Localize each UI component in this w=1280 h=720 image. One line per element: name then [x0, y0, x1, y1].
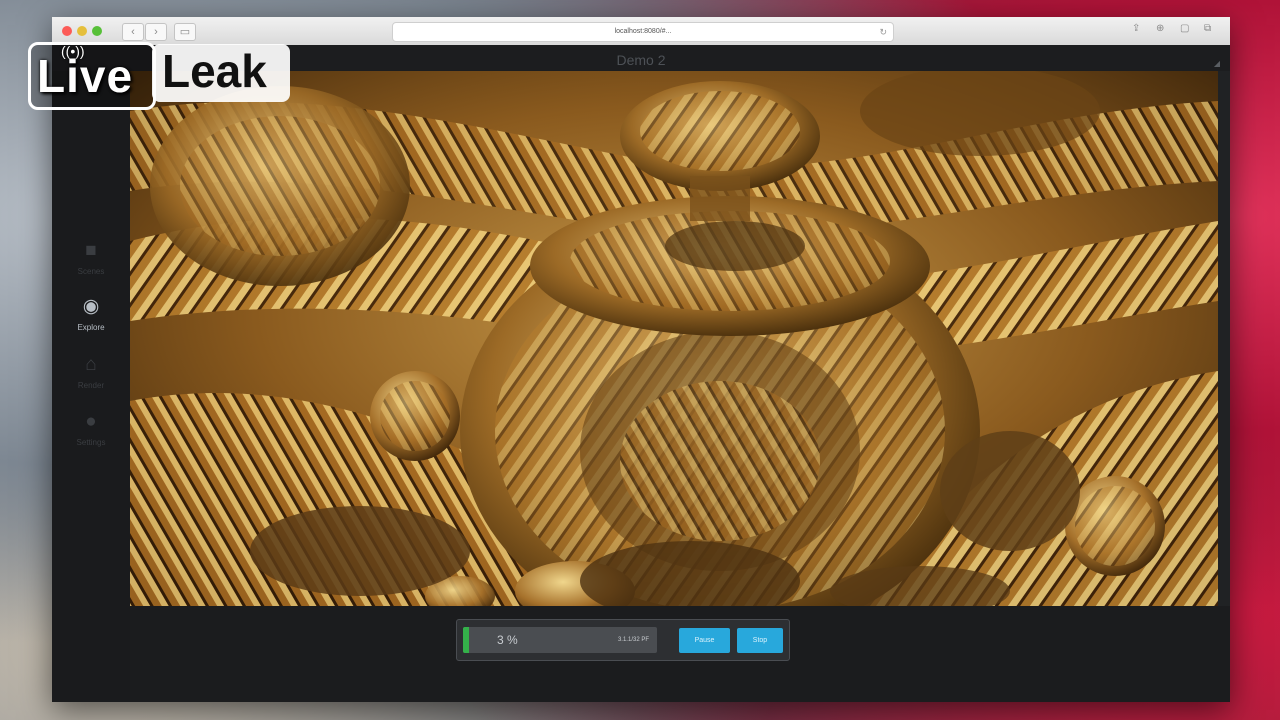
folder-icon: ■	[85, 240, 97, 261]
reader-icon[interactable]: ⊕	[1156, 23, 1164, 34]
sidebar-item-label: Settings	[76, 438, 106, 447]
eye-icon: ◉	[82, 296, 100, 317]
sidebar: ■ Scenes ◉ Explore ⌂ Render ● Settings	[52, 71, 130, 702]
extension-icon[interactable]: ▢	[1180, 23, 1189, 34]
app-header: Demo 2 ◢	[52, 45, 1230, 71]
forward-icon[interactable]: ›	[145, 23, 167, 41]
fractal-render-image	[130, 71, 1218, 606]
reload-icon[interactable]: ↻	[879, 23, 887, 41]
sidebar-item-scenes[interactable]: ■ Scenes	[52, 240, 130, 277]
sidebar-item-explore[interactable]: ◉ Explore	[52, 296, 130, 333]
sidebar-item-label: Scenes	[77, 267, 105, 276]
sidebar-item-label: Render	[77, 381, 105, 390]
progress-percent: 3 %	[497, 633, 518, 647]
settings-icon: ●	[85, 411, 97, 432]
render-icon: ⌂	[85, 354, 97, 375]
browser-window: ‹ › ▭ localhost:8080/#... ↻ ⇪ ⊕ ▢ ⧉ Demo…	[52, 17, 1230, 702]
minimize-window-button[interactable]	[77, 26, 87, 36]
close-window-button[interactable]	[62, 26, 72, 36]
sidebar-item-label: Explore	[77, 323, 105, 332]
sidebar-toggle-icon[interactable]: ▭	[174, 23, 196, 41]
url-bar[interactable]: localhost:8080/#... ↻	[392, 22, 894, 42]
url-text: localhost:8080/#...	[614, 28, 672, 35]
progress-bar-fill	[463, 627, 469, 653]
tabs-icon[interactable]: ⧉	[1204, 23, 1211, 34]
progress-samples: 3.1.1/32 PF	[617, 637, 649, 643]
sidebar-item-settings[interactable]: ● Settings	[52, 411, 130, 448]
fractal-render-viewport[interactable]	[130, 71, 1218, 606]
share-icon[interactable]: ⇪	[1132, 23, 1140, 34]
sidebar-item-render[interactable]: ⌂ Render	[52, 354, 130, 391]
stop-button[interactable]: Stop	[737, 628, 783, 653]
pause-button[interactable]: Pause	[679, 628, 730, 653]
browser-toolbar: ‹ › ▭ localhost:8080/#... ↻ ⇪ ⊕ ▢ ⧉	[52, 17, 1230, 46]
back-icon[interactable]: ‹	[122, 23, 144, 41]
app-title: Demo 2	[616, 52, 666, 68]
render-progress-panel: 3 % 3.1.1/32 PF Pause Stop	[456, 619, 790, 661]
maximize-window-button[interactable]	[92, 26, 102, 36]
progress-bar: 3 % 3.1.1/32 PF	[463, 627, 657, 653]
